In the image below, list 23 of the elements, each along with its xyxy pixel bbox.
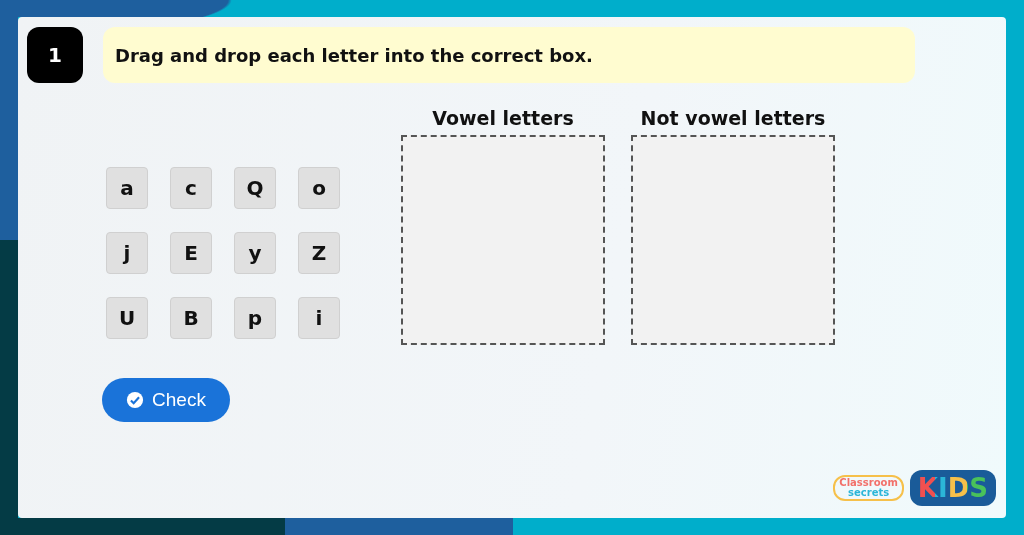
drop-zone[interactable] [631,135,835,345]
letter-tile[interactable]: j [106,232,148,274]
question-number: 1 [27,27,83,83]
drop-zone[interactable] [401,135,605,345]
drop-zone-label: Not vowel letters [640,107,826,131]
letter-tile[interactable]: p [234,297,276,339]
drop-zone-label: Vowel letters [432,107,574,131]
logo-text: Classroom [839,478,898,488]
kids-logo: KIDS [909,470,996,506]
letter-tile[interactable]: i [298,297,340,339]
check-button[interactable]: Check [102,378,230,422]
check-circle-icon [126,391,145,409]
letter-tile[interactable]: a [106,167,148,209]
letter-tile[interactable]: U [106,297,148,339]
letter-tile[interactable]: o [298,167,340,209]
instruction-text: Drag and drop each letter into the correct box. [103,27,915,83]
letter-tile[interactable]: c [170,167,212,209]
logo-text: secrets [848,488,890,498]
letter-tile[interactable]: y [234,232,276,274]
letter-tile[interactable]: Q [234,167,276,209]
letter-tile[interactable]: E [170,232,212,274]
letter-tile[interactable]: B [170,297,212,339]
letter-tile[interactable]: Z [298,232,340,274]
